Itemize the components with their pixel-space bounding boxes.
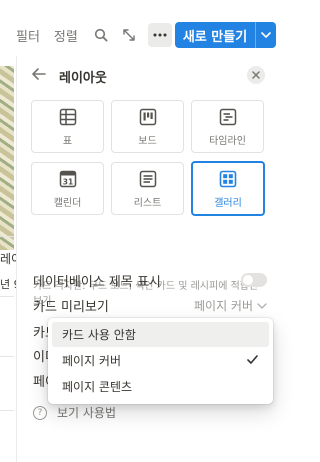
more-icon[interactable] <box>147 23 172 47</box>
layout-option-label: 타임라인 <box>209 136 246 147</box>
help-label: 보기 사용법 <box>57 406 117 420</box>
show-db-title-label: 데이터베이스 제목 표시 <box>33 274 161 290</box>
layout-option-label: 캘린더 <box>53 198 82 209</box>
new-button-label[interactable]: 새로 만들기 <box>175 22 255 48</box>
layout-option-list[interactable]: 리스트 <box>111 162 184 215</box>
menu-item-page-cover[interactable]: 페이지 커버 <box>52 348 269 373</box>
menu-item-label: 페이지 커버 <box>62 354 122 368</box>
help-link[interactable]: ? 보기 사용법 <box>33 404 116 421</box>
panel-title: 레이아웃 <box>59 71 107 86</box>
new-button[interactable]: 새로 만들기 <box>175 22 276 48</box>
menu-item-page-content[interactable]: 페이지 콘텐츠 <box>52 374 269 399</box>
back-arrow-icon[interactable] <box>31 67 47 85</box>
card-preview-row[interactable]: 카드 미리보기 페이지 커버 <box>33 293 267 317</box>
svg-text:31: 31 <box>62 178 72 187</box>
timeline-icon <box>217 106 239 128</box>
chevron-down-icon <box>257 302 267 309</box>
table-icon <box>57 106 79 128</box>
calendar-icon: 31 <box>57 168 79 190</box>
card-preview-value-text: 페이지 커버 <box>193 299 253 313</box>
divider <box>0 296 14 297</box>
list-icon <box>137 168 159 190</box>
search-icon[interactable] <box>92 26 110 44</box>
filter-button[interactable]: 필터 <box>16 26 40 45</box>
menu-item-none[interactable]: 카드 사용 안함 <box>52 322 269 347</box>
layout-option-label: 표 <box>62 136 73 147</box>
gallery-card-image <box>0 66 14 250</box>
panel-header: 레이아웃 <box>17 64 279 88</box>
sort-button[interactable]: 정렬 <box>54 26 78 45</box>
divider <box>0 410 14 411</box>
layout-option-table[interactable]: 표 <box>31 100 104 153</box>
expand-icon[interactable] <box>120 26 138 44</box>
card-preview-label: 카드 미리보기 <box>33 299 109 315</box>
layout-option-gallery[interactable]: 갤러리 <box>191 161 265 216</box>
card-preview-menu: 카드 사용 안함 페이지 커버 페이지 콘텐츠 <box>48 318 273 404</box>
divider <box>0 356 14 357</box>
question-icon: ? <box>33 405 47 420</box>
layout-option-label: 보드 <box>138 136 157 147</box>
menu-item-label: 페이지 콘텐츠 <box>62 380 133 394</box>
view-toolbar: 필터 정렬 <box>16 22 182 48</box>
checkmark-icon <box>246 353 259 369</box>
layout-option-calendar[interactable]: 31 캘린더 <box>31 162 104 215</box>
layout-option-timeline[interactable]: 타임라인 <box>191 100 264 153</box>
card-preview-value[interactable]: 페이지 커버 <box>194 297 267 314</box>
show-db-title-toggle[interactable] <box>241 273 267 287</box>
layout-option-label: 갤러리 <box>214 198 242 209</box>
gallery-icon <box>217 168 239 190</box>
chevron-down-icon[interactable] <box>256 22 276 48</box>
menu-item-label: 카드 사용 안함 <box>62 328 136 342</box>
show-db-title-row[interactable]: 데이터베이스 제목 표시 <box>33 268 267 292</box>
board-icon <box>137 106 159 128</box>
close-icon[interactable] <box>247 66 265 84</box>
divider <box>0 236 14 237</box>
layout-option-board[interactable]: 보드 <box>111 100 184 153</box>
layout-option-label: 리스트 <box>133 198 162 209</box>
